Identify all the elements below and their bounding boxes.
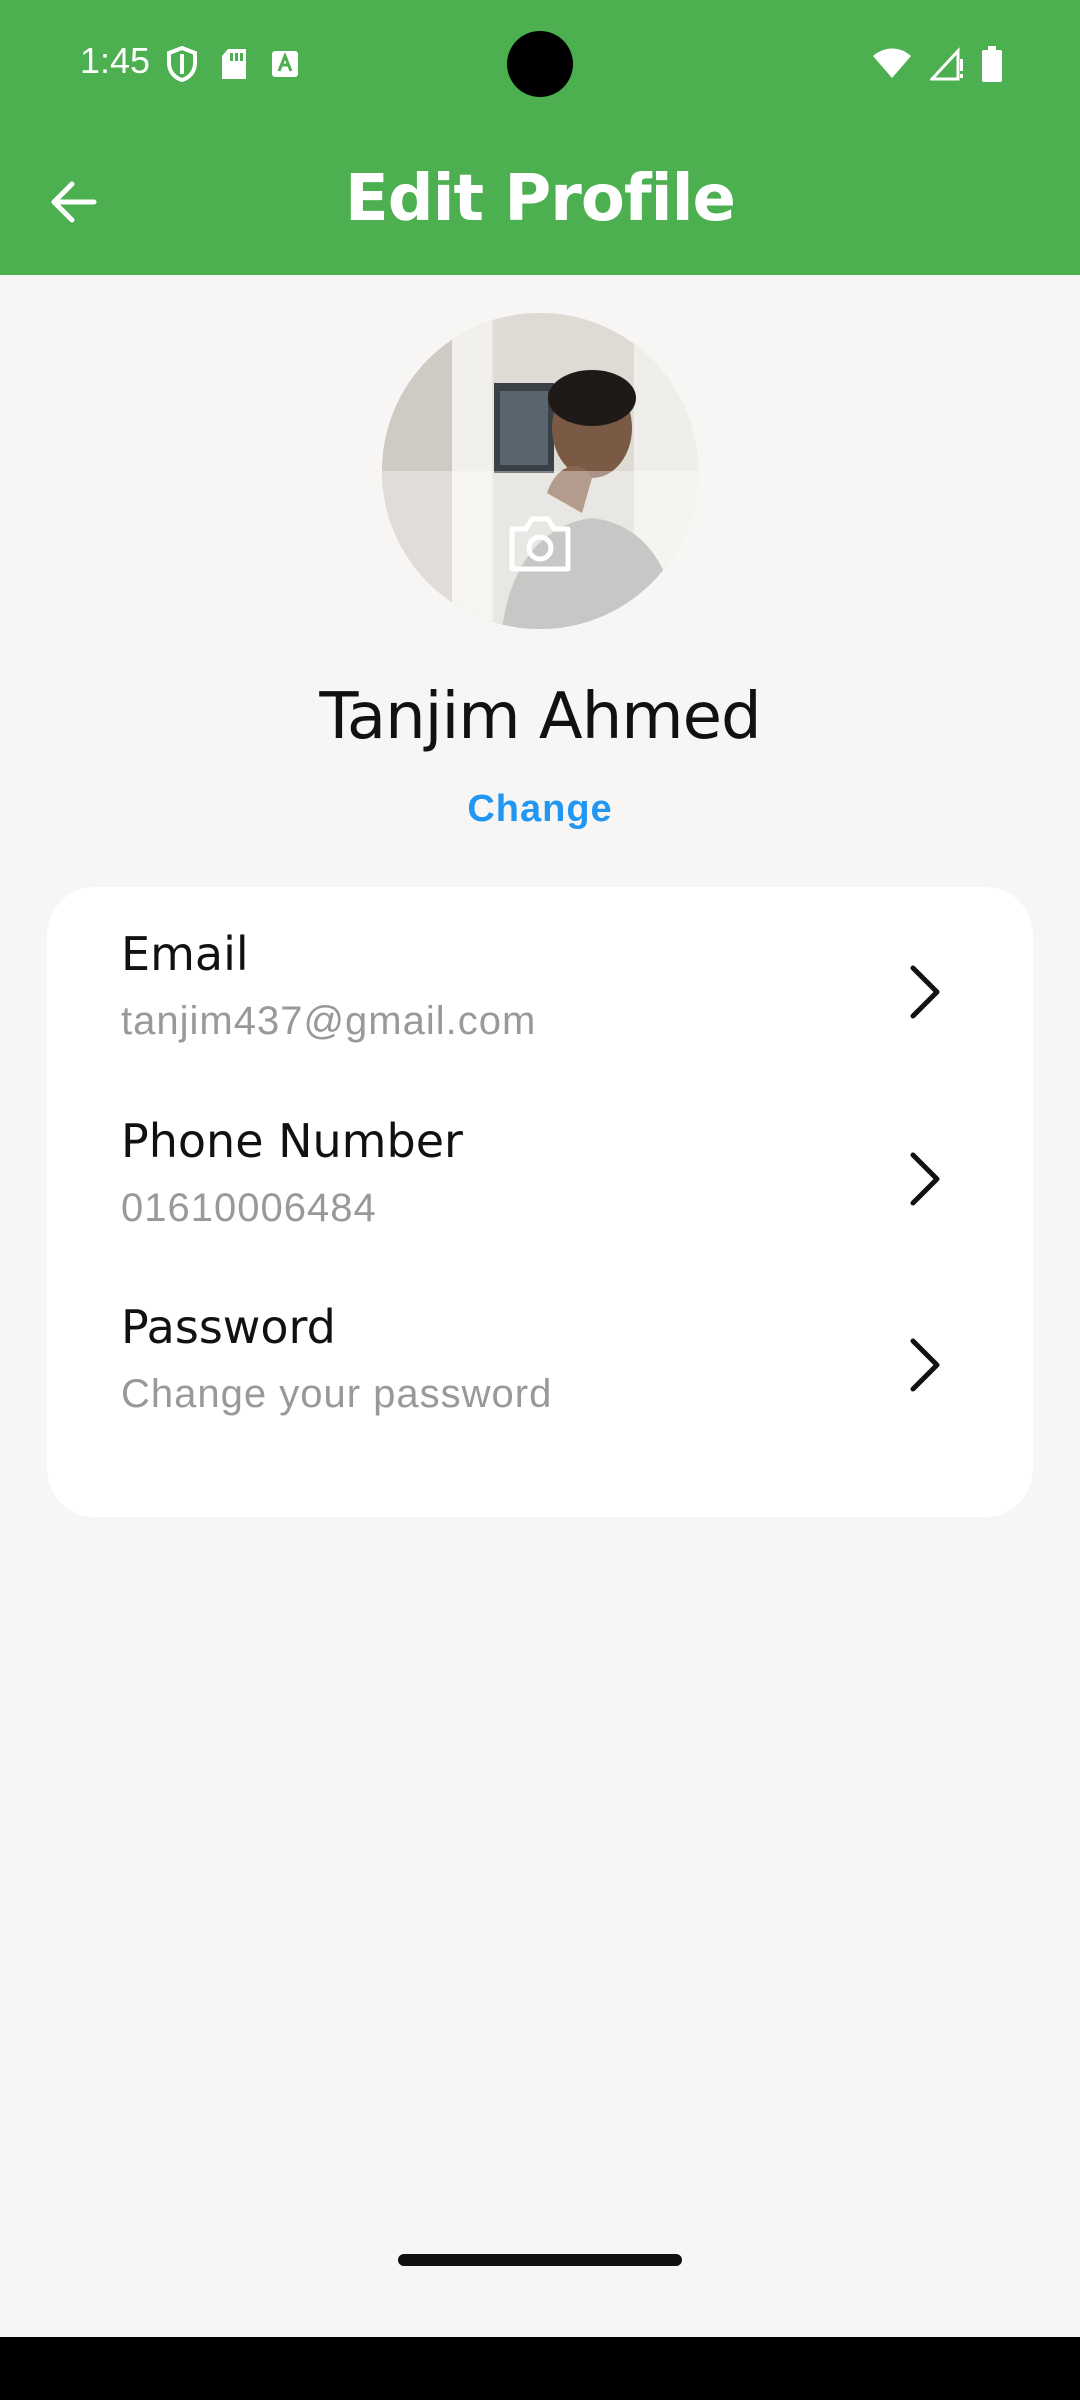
profile-name: Tanjim Ahmed [319,680,761,754]
camera-icon [509,516,571,572]
password-row[interactable]: Password Change your password [47,1260,1033,1430]
status-icons-right [872,46,1002,82]
password-label: Password [121,1300,336,1354]
sd-card-icon [222,49,246,79]
wifi-icon [873,48,911,78]
status-icons-left [166,46,300,82]
signal-icon [930,47,963,81]
camera-cutout [507,31,573,97]
phone-number-label: Phone Number [121,1114,463,1168]
chevron-right-icon [910,1152,940,1206]
shield-icon [167,46,197,82]
email-row[interactable]: Email tanjim437@gmail.com [47,887,1033,1057]
app-header: 1:45 Edit Profile [0,0,1080,275]
phone-number-row[interactable]: Phone Number 01610006484 [47,1074,1033,1244]
chevron-right-icon [910,965,940,1019]
change-name-link[interactable]: Change [0,788,1080,831]
profile-avatar[interactable] [382,313,698,629]
status-time: 1:45 [80,40,151,81]
chevron-right-icon [910,1338,940,1392]
page-title: Edit Profile [345,162,736,236]
password-value: Change your password [121,1372,553,1416]
font-icon [272,51,298,77]
email-value: tanjim437@gmail.com [121,999,537,1043]
system-nav-bar [0,2337,1080,2400]
profile-settings-card: Email tanjim437@gmail.com Phone Number 0… [47,887,1033,1517]
home-gesture-handle[interactable] [398,2254,682,2266]
phone-number-value: 01610006484 [121,1186,377,1230]
battery-icon [982,46,1002,82]
email-label: Email [121,927,249,981]
